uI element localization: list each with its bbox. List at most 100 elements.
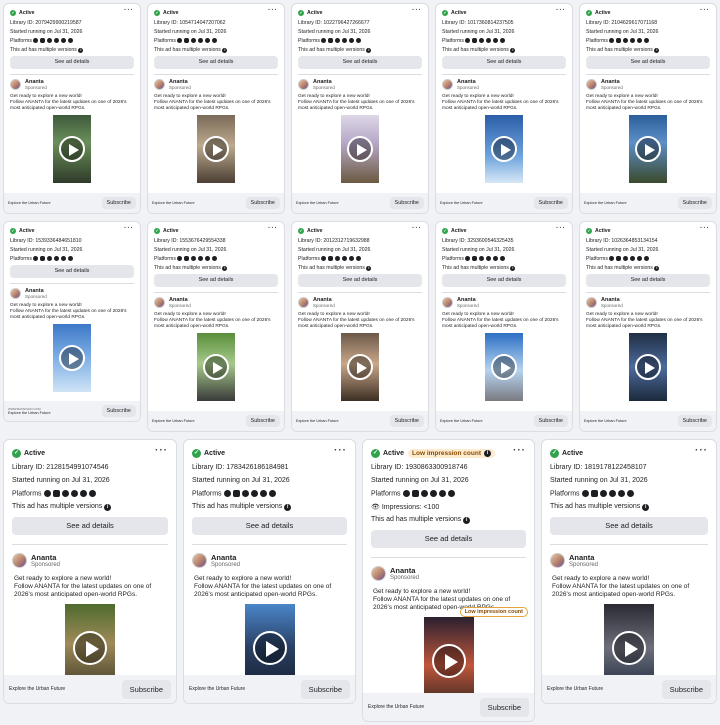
more-options-icon[interactable]: ···: [556, 225, 566, 232]
advertiser-avatar[interactable]: [371, 566, 386, 581]
play-icon[interactable]: [59, 344, 85, 371]
advertiser-avatar[interactable]: [154, 297, 165, 308]
subscribe-button[interactable]: Subscribe: [121, 679, 171, 699]
advertiser-name[interactable]: Ananta: [569, 553, 598, 562]
info-icon[interactable]: i: [654, 266, 660, 271]
advertiser-avatar[interactable]: [10, 79, 21, 90]
more-options-icon[interactable]: ···: [334, 446, 347, 456]
advertiser-avatar[interactable]: [154, 79, 165, 90]
info-icon[interactable]: i: [78, 48, 84, 53]
more-options-icon[interactable]: ···: [155, 446, 168, 456]
more-options-icon[interactable]: ···: [700, 225, 710, 232]
video-thumbnail[interactable]: [197, 114, 235, 183]
play-icon[interactable]: [347, 353, 373, 380]
play-icon[interactable]: [252, 631, 287, 666]
play-icon[interactable]: [431, 644, 466, 679]
info-icon[interactable]: i: [222, 48, 228, 53]
more-options-icon[interactable]: ···: [268, 225, 278, 232]
advertiser-avatar[interactable]: [550, 553, 565, 568]
see-ad-details-button[interactable]: See ad details: [154, 274, 278, 287]
started-running: Started running on Jul 31, 2026: [586, 29, 659, 35]
see-ad-details-button[interactable]: See ad details: [10, 265, 134, 278]
subscribe-button[interactable]: Subscribe: [661, 679, 711, 699]
see-ad-details-button[interactable]: See ad details: [298, 274, 422, 287]
info-icon[interactable]: i: [510, 48, 516, 53]
video-thumbnail[interactable]: [629, 114, 667, 183]
advertiser-avatar[interactable]: [12, 553, 27, 568]
advertiser-name[interactable]: Ananta: [31, 553, 60, 562]
subscribe-button[interactable]: Subscribe: [389, 197, 424, 209]
info-icon[interactable]: i: [284, 504, 292, 511]
subscribe-button[interactable]: Subscribe: [245, 197, 280, 209]
info-icon[interactable]: i: [510, 266, 516, 271]
see-ad-details-button[interactable]: See ad details: [298, 56, 422, 69]
subscribe-button[interactable]: Subscribe: [533, 197, 568, 209]
video-thumbnail[interactable]: [53, 323, 91, 392]
more-options-icon[interactable]: ···: [513, 446, 526, 456]
subscribe-button[interactable]: Subscribe: [101, 197, 136, 209]
advertiser-avatar[interactable]: [298, 297, 309, 308]
info-icon[interactable]: i: [222, 266, 228, 271]
advertiser-avatar[interactable]: [442, 79, 453, 90]
play-icon[interactable]: [635, 353, 661, 380]
play-icon[interactable]: [635, 135, 661, 162]
video-thumbnail[interactable]: [341, 114, 379, 183]
video-thumbnail[interactable]: [629, 332, 667, 401]
subscribe-button[interactable]: Subscribe: [479, 697, 529, 717]
play-icon[interactable]: [59, 135, 85, 162]
play-icon[interactable]: [203, 353, 229, 380]
subscribe-button[interactable]: Subscribe: [101, 405, 136, 417]
advertiser-avatar[interactable]: [586, 79, 597, 90]
video-thumbnail[interactable]: [485, 332, 523, 401]
info-icon[interactable]: i: [366, 48, 372, 53]
video-thumbnail[interactable]: [197, 332, 235, 401]
more-options-icon[interactable]: ···: [412, 7, 422, 14]
advertiser-avatar[interactable]: [298, 79, 309, 90]
see-ad-details-button[interactable]: See ad details: [12, 517, 168, 535]
play-icon[interactable]: [491, 135, 517, 162]
info-icon[interactable]: i: [104, 504, 112, 511]
info-icon[interactable]: i: [654, 48, 660, 53]
video-thumbnail[interactable]: [53, 114, 91, 183]
advertiser-avatar[interactable]: [442, 297, 453, 308]
more-options-icon[interactable]: ···: [556, 7, 566, 14]
more-options-icon[interactable]: ···: [124, 225, 134, 232]
play-icon[interactable]: [491, 353, 517, 380]
subscribe-button[interactable]: Subscribe: [677, 415, 712, 427]
info-icon[interactable]: i: [484, 449, 491, 457]
info-icon[interactable]: i: [366, 266, 372, 271]
card-header: ✓ Active ···: [10, 7, 134, 17]
subscribe-button[interactable]: Subscribe: [300, 679, 350, 699]
play-icon[interactable]: [347, 135, 373, 162]
info-icon[interactable]: i: [642, 504, 650, 511]
more-options-icon[interactable]: ···: [268, 7, 278, 14]
advertiser-avatar[interactable]: [586, 297, 597, 308]
play-icon[interactable]: [73, 631, 107, 666]
advertiser-avatar[interactable]: [10, 288, 21, 299]
more-options-icon[interactable]: ···: [124, 7, 134, 14]
see-ad-details-button[interactable]: See ad details: [192, 517, 347, 535]
see-ad-details-button[interactable]: See ad details: [10, 56, 134, 69]
see-ad-details-button[interactable]: See ad details: [154, 56, 278, 69]
advertiser-avatar[interactable]: [192, 553, 207, 568]
subscribe-button[interactable]: Subscribe: [677, 197, 712, 209]
subscribe-button[interactable]: Subscribe: [389, 415, 424, 427]
subscribe-button[interactable]: Subscribe: [245, 415, 280, 427]
see-ad-details-button[interactable]: See ad details: [442, 274, 566, 287]
advertiser-name[interactable]: Ananta: [390, 566, 419, 575]
video-thumbnail[interactable]: [341, 332, 379, 401]
info-icon[interactable]: i: [463, 517, 471, 524]
more-options-icon[interactable]: ···: [700, 7, 710, 14]
advertiser-name[interactable]: Ananta: [211, 553, 240, 562]
subscribe-button[interactable]: Subscribe: [533, 415, 568, 427]
see-ad-details-button[interactable]: See ad details: [442, 56, 566, 69]
see-ad-details-button[interactable]: See ad details: [586, 56, 710, 69]
see-ad-details-button[interactable]: See ad details: [371, 530, 526, 548]
see-ad-details-button[interactable]: See ad details: [586, 274, 710, 287]
more-options-icon[interactable]: ···: [412, 225, 422, 232]
more-options-icon[interactable]: ···: [695, 446, 708, 456]
see-ad-details-button[interactable]: See ad details: [550, 517, 708, 535]
play-icon[interactable]: [203, 135, 229, 162]
video-thumbnail[interactable]: [485, 114, 523, 183]
play-icon[interactable]: [612, 631, 646, 666]
